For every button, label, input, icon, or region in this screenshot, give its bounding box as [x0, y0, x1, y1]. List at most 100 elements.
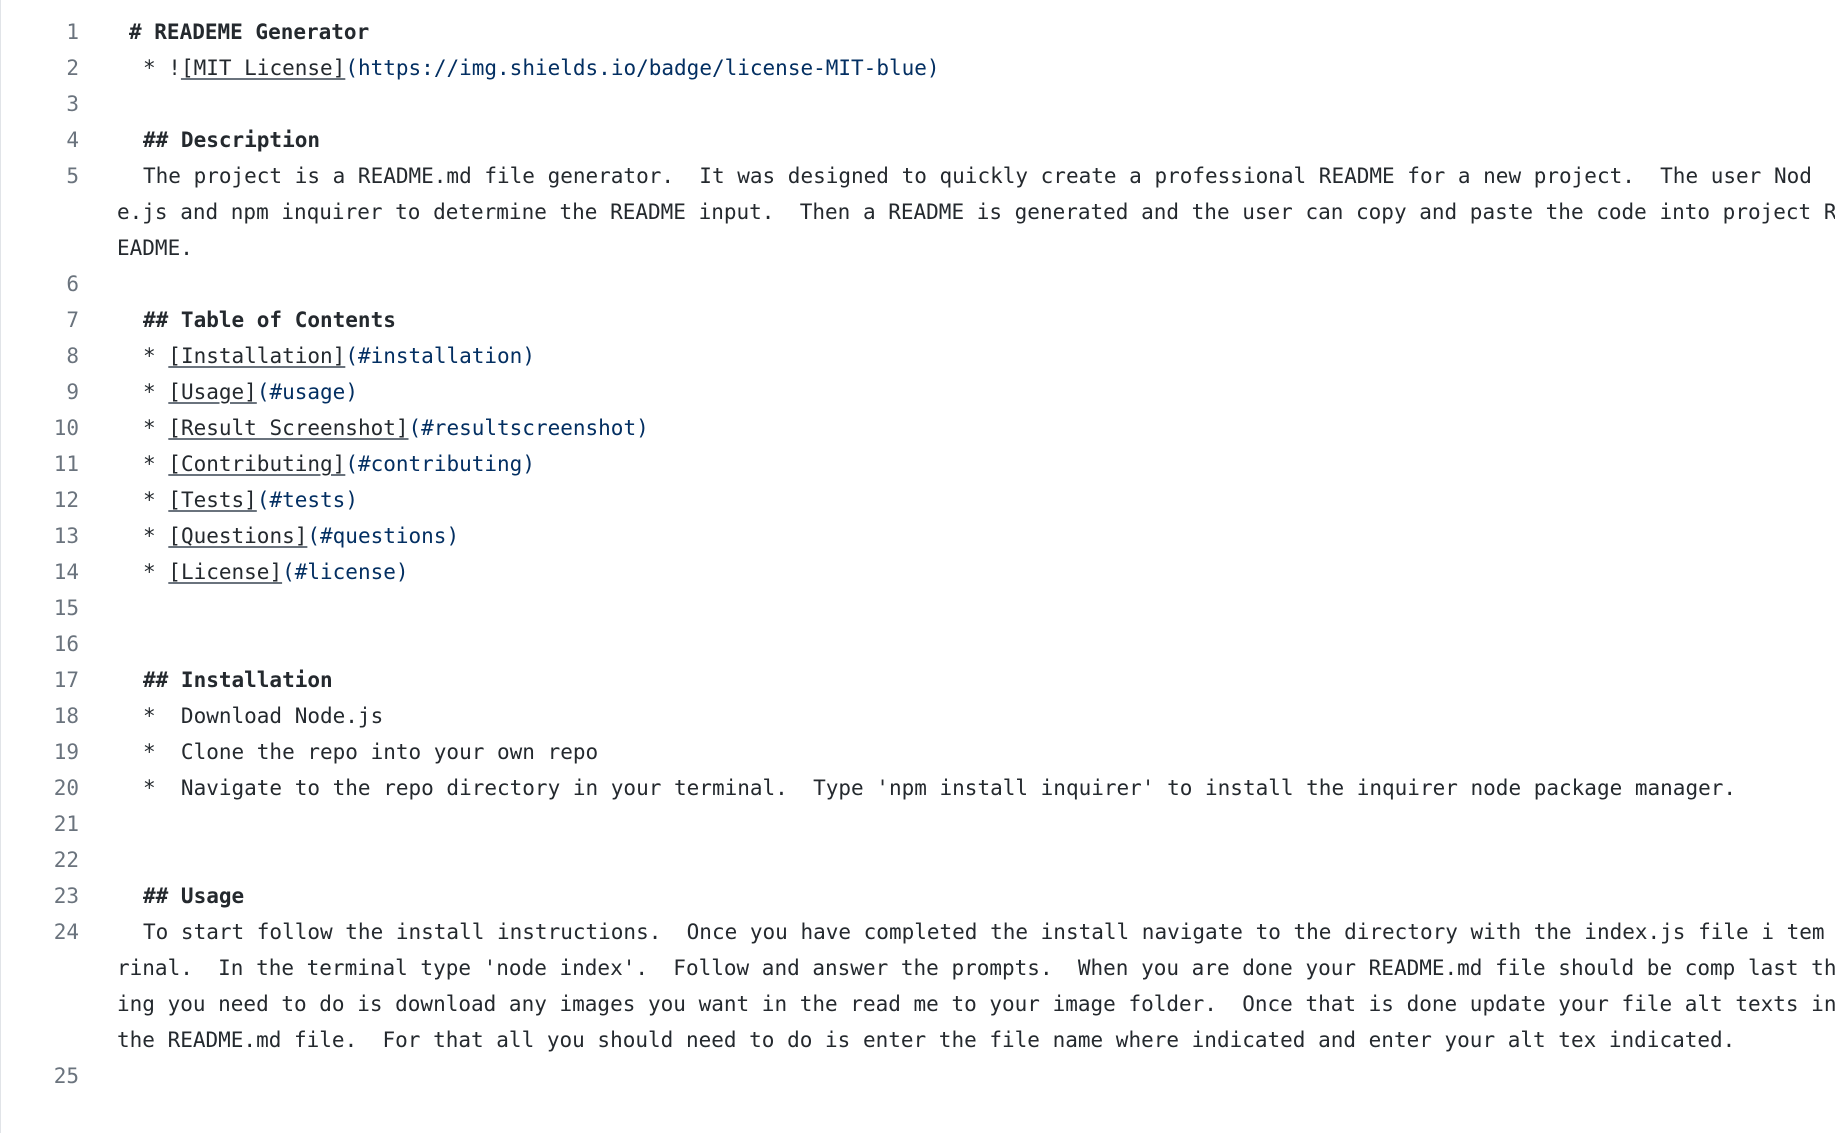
plain-text: * [143, 452, 169, 476]
plain-text: The project is a README.md file generato… [117, 164, 1835, 260]
line-number: 24 [53, 920, 79, 944]
markdown-link-text: [Usage] [168, 380, 257, 404]
line-content[interactable]: The project is a README.md file generato… [117, 158, 1835, 266]
code-line[interactable]: 2 * ![MIT License](https://img.shields.io… [1, 50, 1835, 86]
code-line[interactable]: 23 ## Usage [1, 878, 1835, 914]
code-line[interactable]: 5 The project is a README.md file generat… [1, 158, 1835, 266]
code-line[interactable]: 3​ [1, 86, 1835, 122]
line-number: 9 [66, 380, 79, 404]
line-content[interactable]: ## Usage [117, 878, 1835, 914]
markdown-link-text: [Result Screenshot] [168, 416, 409, 440]
line-number: 18 [53, 704, 79, 728]
line-content[interactable]: * Clone the repo into your own repo [117, 734, 1835, 770]
line-content[interactable]: ​ [117, 86, 1835, 122]
markdown-heading: # READEME Generator [129, 20, 370, 44]
line-number: 17 [53, 668, 79, 692]
markdown-heading: ## Usage [143, 884, 245, 908]
line-number: 20 [53, 776, 79, 800]
line-content[interactable]: * ![MIT License](https://img.shields.io/… [117, 50, 1835, 86]
code-line[interactable]: 15 ​ [1, 590, 1835, 626]
code-line[interactable]: 16 ​ [1, 626, 1835, 662]
line-number: 22 [53, 848, 79, 872]
markdown-link-url: (#usage) [256, 380, 358, 404]
code-line[interactable]: 14 * [License](#license) [1, 554, 1835, 590]
line-content[interactable]: * [Installation](#installation) [117, 338, 1835, 374]
line-number: 7 [66, 308, 79, 332]
line-content[interactable]: * [Questions](#questions) [117, 518, 1835, 554]
markdown-heading: ## Installation [143, 668, 333, 692]
markdown-link-text: [License] [168, 560, 283, 584]
line-number: 10 [53, 416, 79, 440]
code-line[interactable]: 13 * [Questions](#questions) [1, 518, 1835, 554]
code-line[interactable]: 12 * [Tests](#tests) [1, 482, 1835, 518]
plain-text: * Navigate to the repo directory in your… [143, 776, 1737, 800]
code-line[interactable]: 24 To start follow the install instructio… [1, 914, 1835, 1058]
markdown-link-text: [MIT License] [180, 56, 346, 80]
markdown-link-url: (#contributing) [345, 452, 535, 476]
line-content[interactable]: ​ [117, 266, 1835, 302]
line-content[interactable]: * Navigate to the repo directory in your… [117, 770, 1835, 806]
code-line[interactable]: 8 * [Installation](#installation) [1, 338, 1835, 374]
markdown-link-url: (#license) [282, 560, 409, 584]
code-line[interactable]: 25 ​ [1, 1058, 1835, 1094]
code-lines: 1 # READEME Generator 2 * ![MIT License](ht… [1, 0, 1835, 1094]
line-number: 8 [66, 344, 79, 368]
markdown-link-url: (#resultscreenshot) [408, 416, 649, 440]
plain-text: * [143, 488, 169, 512]
code-line[interactable]: 10 * [Result Screenshot](#resultscreensho… [1, 410, 1835, 446]
line-number: 14 [53, 560, 79, 584]
line-content[interactable]: * Download Node.js [117, 698, 1835, 734]
line-number: 12 [53, 488, 79, 512]
line-number: 21 [53, 812, 79, 836]
line-number: 19 [53, 740, 79, 764]
plain-text: * Download Node.js [143, 704, 384, 728]
code-line[interactable]: 11 * [Contributing](#contributing) [1, 446, 1835, 482]
plain-text: * [143, 524, 169, 548]
plain-text: To start follow the install instructions… [117, 920, 1835, 1052]
plain-text: * [143, 380, 169, 404]
code-line[interactable]: 19 * Clone the repo into your own repo [1, 734, 1835, 770]
line-content[interactable]: * [Tests](#tests) [117, 482, 1835, 518]
code-line[interactable]: 7 ## Table of Contents [1, 302, 1835, 338]
line-content[interactable]: To start follow the install instructions… [117, 914, 1835, 1058]
line-number: 23 [53, 884, 79, 908]
line-content[interactable]: ## Description [117, 122, 1835, 158]
code-line[interactable]: 9 * [Usage](#usage) [1, 374, 1835, 410]
line-content[interactable]: ## Installation [117, 662, 1835, 698]
plain-text: * [143, 416, 169, 440]
plain-text: * ! [143, 56, 181, 80]
code-line[interactable]: 6​ [1, 266, 1835, 302]
line-content[interactable]: * [Contributing](#contributing) [117, 446, 1835, 482]
markdown-link-url: (https://img.shields.io/badge/license-MI… [345, 56, 940, 80]
code-line[interactable]: 21 ​ [1, 806, 1835, 842]
code-line[interactable]: 17 ## Installation [1, 662, 1835, 698]
code-line[interactable]: 18 * Download Node.js [1, 698, 1835, 734]
line-content[interactable]: # READEME Generator [117, 14, 1835, 50]
line-content[interactable]: ​ [117, 626, 1835, 662]
line-number: 1 [66, 20, 79, 44]
code-editor[interactable]: 1 # READEME Generator 2 * ![MIT License](ht… [0, 0, 1835, 1133]
line-content[interactable]: ## Table of Contents [117, 302, 1835, 338]
line-content[interactable]: ​ [117, 806, 1835, 842]
line-number: 13 [53, 524, 79, 548]
line-content[interactable]: ​ [117, 842, 1835, 878]
line-number: 16 [53, 632, 79, 656]
line-content[interactable]: * [Result Screenshot](#resultscreenshot) [117, 410, 1835, 446]
code-line[interactable]: 22 ​ [1, 842, 1835, 878]
markdown-link-text: [Tests] [168, 488, 257, 512]
line-content[interactable]: ​ [117, 1058, 1835, 1094]
markdown-link-text: [Questions] [168, 524, 308, 548]
markdown-heading: ## Description [143, 128, 321, 152]
code-line[interactable]: 20 * Navigate to the repo directory in yo… [1, 770, 1835, 806]
plain-text: * Clone the repo into your own repo [143, 740, 599, 764]
line-content[interactable]: * [License](#license) [117, 554, 1835, 590]
line-number: 3 [66, 92, 79, 116]
line-number: 2 [66, 56, 79, 80]
line-number: 25 [53, 1064, 79, 1088]
line-number: 6 [66, 272, 79, 296]
plain-text: * [143, 560, 169, 584]
code-line[interactable]: 4 ## Description [1, 122, 1835, 158]
line-content[interactable]: ​ [117, 590, 1835, 626]
code-line[interactable]: 1 # READEME Generator [1, 14, 1835, 50]
line-content[interactable]: * [Usage](#usage) [117, 374, 1835, 410]
